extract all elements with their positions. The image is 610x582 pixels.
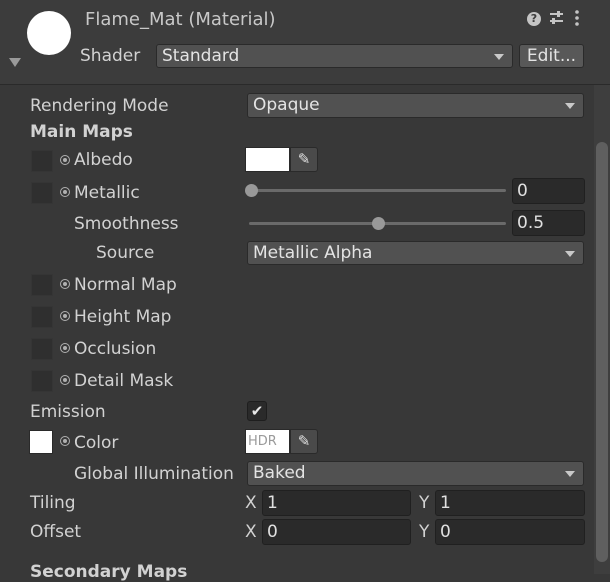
tiling-y-axis-label: Y [419, 493, 430, 513]
emission-hdr-color-swatch[interactable]: HDR [245, 429, 290, 454]
object-picker-icon[interactable] [60, 187, 70, 197]
smoothness-value-field[interactable]: 0.5 [512, 210, 585, 236]
eyedropper-icon[interactable]: ✎ [290, 429, 318, 454]
object-picker-icon[interactable] [60, 155, 70, 165]
emission-texture-slot[interactable] [29, 430, 53, 454]
shader-dropdown[interactable]: Standard [156, 44, 513, 68]
header-divider [0, 84, 610, 85]
height-map-label: Height Map [74, 307, 172, 327]
offset-y-axis-label: Y [419, 522, 430, 542]
rendering-mode-dropdown[interactable]: Opaque [247, 93, 584, 118]
rendering-mode-value: Opaque [253, 95, 320, 115]
occlusion-label: Occlusion [74, 339, 157, 359]
tiling-x-axis-label: X [245, 493, 257, 513]
chevron-down-icon [565, 103, 575, 109]
shader-dropdown-value: Standard [162, 46, 240, 66]
rendering-mode-label: Rendering Mode [30, 96, 169, 116]
chevron-down-icon [565, 471, 575, 477]
occlusion-texture-slot[interactable] [31, 338, 53, 360]
object-picker-icon[interactable] [60, 375, 70, 385]
smoothness-label: Smoothness [74, 214, 179, 234]
scrollbar-thumb[interactable] [596, 142, 608, 562]
global-illumination-value: Baked [253, 463, 306, 483]
global-illumination-dropdown[interactable]: Baked [247, 461, 584, 486]
source-label: Source [96, 243, 155, 263]
normal-map-texture-slot[interactable] [31, 274, 53, 296]
material-title: Flame_Mat (Material) [85, 9, 276, 30]
foldout-arrow-icon[interactable] [9, 58, 21, 67]
object-picker-icon[interactable] [60, 279, 70, 289]
checkmark-icon: ✔ [250, 402, 264, 420]
question-icon[interactable]: ? [527, 12, 541, 26]
offset-label: Offset [30, 522, 82, 542]
smoothness-slider-thumb[interactable] [371, 217, 385, 230]
tiling-y-field[interactable]: 1 [435, 490, 585, 516]
object-picker-icon[interactable] [60, 436, 70, 446]
offset-x-field[interactable]: 0 [262, 519, 411, 545]
object-picker-icon[interactable] [60, 343, 70, 353]
edit-shader-button[interactable]: Edit... [519, 44, 584, 68]
albedo-color-swatch[interactable] [245, 147, 290, 172]
material-header: Flame_Mat (Material) ? Shader Standard E… [0, 0, 610, 85]
albedo-texture-slot[interactable] [31, 150, 53, 172]
emission-checkbox[interactable]: ✔ [247, 401, 267, 421]
height-map-texture-slot[interactable] [31, 306, 53, 328]
metallic-slider-thumb[interactable] [245, 184, 258, 197]
detail-mask-texture-slot[interactable] [31, 370, 53, 392]
object-picker-icon[interactable] [60, 311, 70, 321]
smoothness-source-dropdown[interactable]: Metallic Alpha [247, 241, 584, 265]
shader-label: Shader [80, 46, 141, 66]
secondary-maps-heading: Secondary Maps [30, 562, 188, 582]
metallic-slider-track[interactable] [249, 189, 506, 192]
source-value: Metallic Alpha [253, 243, 373, 263]
tiling-x-field[interactable]: 1 [262, 490, 411, 516]
tiling-label: Tiling [30, 493, 76, 513]
sliders-icon[interactable] [549, 10, 564, 29]
main-maps-heading: Main Maps [30, 122, 133, 142]
eyedropper-icon[interactable]: ✎ [290, 147, 318, 172]
offset-x-axis-label: X [245, 522, 257, 542]
kebab-menu-icon[interactable] [574, 10, 580, 30]
detail-mask-label: Detail Mask [74, 371, 174, 391]
offset-y-field[interactable]: 0 [435, 519, 585, 545]
chevron-down-icon [494, 54, 504, 60]
metallic-label: Metallic [74, 183, 140, 203]
global-illumination-label: Global Illumination [74, 464, 234, 484]
metallic-value-field[interactable]: 0 [512, 178, 585, 204]
metallic-texture-slot[interactable] [31, 182, 53, 204]
emission-color-label: Color [74, 433, 119, 453]
material-preview-sphere[interactable] [27, 11, 71, 55]
emission-label: Emission [30, 402, 106, 422]
albedo-label: Albedo [74, 150, 133, 170]
normal-map-label: Normal Map [74, 275, 177, 295]
chevron-down-icon [565, 251, 575, 257]
